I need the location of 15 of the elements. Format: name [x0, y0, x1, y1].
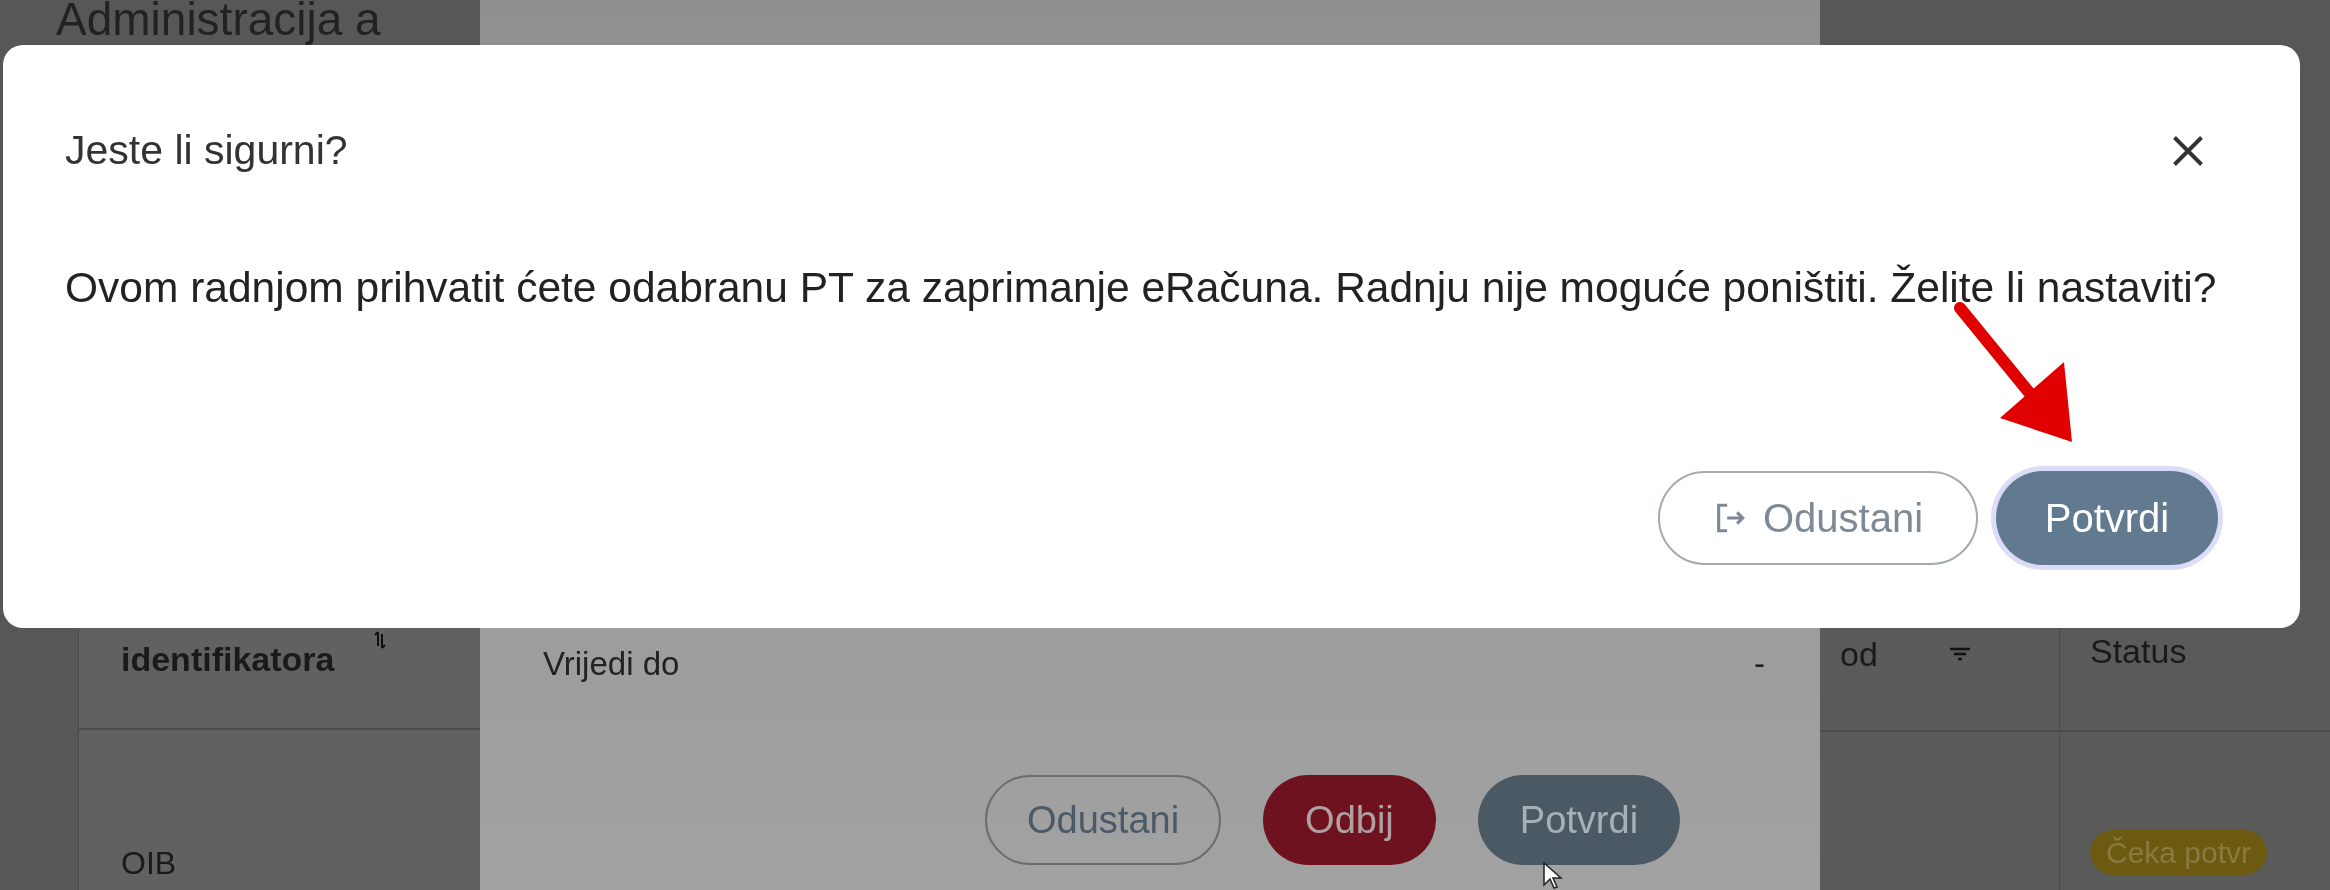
mouse-cursor-icon	[1543, 862, 1563, 890]
sort-icon[interactable]	[374, 630, 387, 650]
table-cell: OIB	[121, 845, 177, 881]
cancel-button[interactable]: Odustani	[985, 775, 1222, 865]
field-label: Vrijedi do	[543, 645, 680, 683]
column-header[interactable]: od	[1840, 635, 1878, 674]
column-header[interactable]: identifikatora	[121, 640, 335, 679]
reject-button[interactable]: Odbij	[1263, 775, 1436, 865]
column-header[interactable]: Status	[2090, 632, 2187, 670]
confirm-button[interactable]: Potvrdi	[1477, 775, 1681, 865]
dialog-message: Ovom radnjom prihvatit ćete odabranu PT za zaprimanje eRačuna. Radnju nije moguće poništiti. Želite li nastaviti?	[65, 263, 2218, 313]
filter-icon[interactable]	[1947, 647, 1972, 661]
field-value: -	[1754, 645, 1765, 683]
cancel-button[interactable]: Odustani	[1658, 471, 1978, 565]
dialog-title: Jeste li sigurni?	[65, 127, 348, 174]
